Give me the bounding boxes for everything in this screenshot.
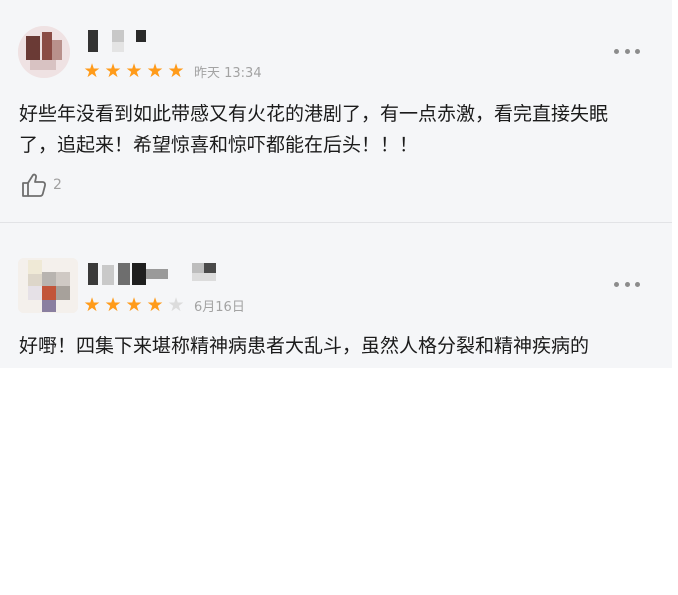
star-icon: ★ <box>167 294 185 316</box>
star-icon: ★ <box>125 60 143 82</box>
more-dots-icon[interactable] <box>614 279 640 289</box>
star-icon: ★ <box>104 60 122 82</box>
review-feed: ★ ★ ★ ★ ★ 昨天 13:34 好些年没看到如此带感又有火花的港剧了，有一… <box>0 0 672 368</box>
star-icon: ★ <box>146 60 164 82</box>
review-card: ★ ★ ★ ★ ★ 6月16日 好嘢！四集下来堪称精神病患者大乱斗，虽然人格分裂… <box>0 223 672 368</box>
avatar[interactable] <box>18 258 78 313</box>
like-button[interactable]: 2 <box>20 171 62 199</box>
star-icon: ★ <box>104 294 122 316</box>
review-card: ★ ★ ★ ★ ★ 昨天 13:34 好些年没看到如此带感又有火花的港剧了，有一… <box>0 0 672 222</box>
review-text: 好嘢！四集下来堪称精神病患者大乱斗，虽然人格分裂和精神疾病的 <box>19 335 590 357</box>
star-rating: ★ ★ ★ ★ ★ 昨天 13:34 <box>82 60 262 82</box>
star-icon: ★ <box>146 294 164 316</box>
more-dots-icon[interactable] <box>614 46 640 56</box>
review-time: 昨天 13:34 <box>194 65 262 81</box>
star-icon: ★ <box>83 60 101 82</box>
like-count: 2 <box>53 177 62 193</box>
review-time: 6月16日 <box>194 299 245 315</box>
star-icon: ★ <box>167 60 185 82</box>
thumbs-up-icon <box>22 173 47 197</box>
star-icon: ★ <box>125 294 143 316</box>
star-rating: ★ ★ ★ ★ ★ 6月16日 <box>82 294 245 316</box>
avatar[interactable] <box>18 26 70 78</box>
star-icon: ★ <box>83 294 101 316</box>
review-text: 好些年没看到如此带感又有火花的港剧了，有一点赤激，看完直接失眠了，追起来！希望惊… <box>19 103 609 156</box>
